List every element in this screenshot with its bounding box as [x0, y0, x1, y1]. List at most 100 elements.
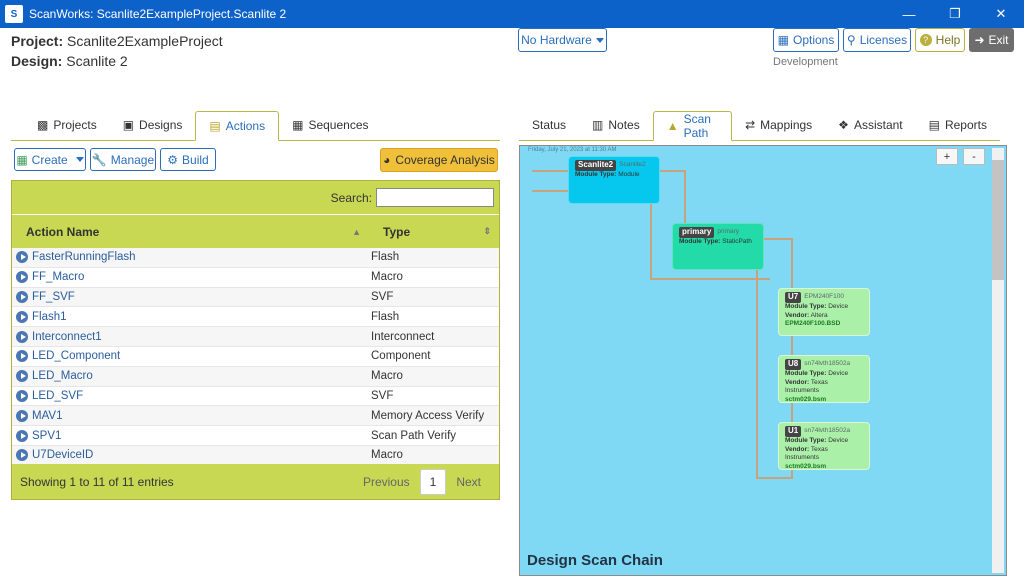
table-row[interactable]: MAV1 Memory Access Verify [12, 406, 499, 427]
table-row[interactable]: Interconnect1 Interconnect [12, 327, 499, 347]
action-name[interactable]: Flash1 [32, 311, 67, 323]
node-type: StaticPath [722, 237, 752, 245]
scan-node-u8[interactable]: U8 sn74lvth18502a Module Type: Device Ven… [778, 355, 870, 403]
action-type: Flash [371, 251, 400, 264]
table-row[interactable]: LED_Component Component [12, 347, 499, 367]
scan-node-scanlite2[interactable]: Scanlite2 Scanlite2 Module Type: Module [568, 156, 660, 204]
project-label: Project: [11, 33, 64, 49]
right-tabs: Status ▥ Notes ▲ Scan Path ⇄ Mappings ❖ … [519, 111, 1000, 141]
briefcase-icon: ▩ [37, 118, 49, 132]
node-name: sn74lvth18502a [804, 360, 851, 368]
table-row[interactable]: Flash1 Flash [12, 307, 499, 328]
table-row[interactable]: FF_SVF SVF [12, 287, 499, 308]
action-name[interactable]: FF_SVF [32, 291, 75, 303]
action-name[interactable]: Interconnect1 [32, 331, 102, 343]
run-action-icon[interactable] [16, 449, 28, 462]
table-row[interactable]: U7DeviceID Macro [12, 445, 499, 466]
search-input[interactable] [376, 188, 494, 207]
create-dropdown[interactable]: ▦ Create [14, 148, 86, 171]
run-action-icon[interactable] [16, 370, 28, 383]
help-label: Help [935, 33, 961, 47]
tab-mappings[interactable]: ⇄ Mappings [732, 110, 825, 140]
run-action-icon[interactable] [16, 290, 28, 303]
title-bar: S ScanWorks: Scanlite2ExampleProject.Sca… [0, 0, 1024, 28]
zoom-out-button[interactable]: - [963, 148, 985, 165]
tab-actions[interactable]: ▤ Actions [195, 111, 280, 141]
action-name-cell[interactable]: SPV1 [12, 429, 369, 442]
action-name-cell[interactable]: LED_Component [12, 350, 369, 363]
table-row[interactable]: LED_Macro Macro [12, 366, 499, 387]
run-action-icon[interactable] [16, 409, 28, 422]
action-name[interactable]: LED_Macro [32, 370, 93, 382]
caret-down-icon [75, 157, 84, 162]
previous-button[interactable]: Previous [353, 469, 420, 495]
exit-button[interactable]: ➜ Exit [969, 28, 1014, 52]
run-action-icon[interactable] [16, 251, 28, 264]
node-type-label: Module Type: [575, 170, 617, 178]
create-label: Create [31, 152, 68, 167]
action-name[interactable]: FasterRunningFlash [32, 251, 136, 263]
options-button[interactable]: ▦ Options [773, 28, 839, 52]
help-button[interactable]: ? Help [915, 28, 965, 52]
scan-node-u1[interactable]: U1 sn74lvth18502a Module Type: Device Ven… [778, 422, 870, 470]
action-name[interactable]: U7DeviceID [32, 449, 93, 461]
column-action-name[interactable]: Action Name ▲ [12, 215, 369, 248]
action-name-cell[interactable]: LED_Macro [12, 370, 369, 383]
assistant-icon: ❖ [838, 118, 849, 132]
run-action-icon[interactable] [16, 350, 28, 363]
action-name-cell[interactable]: FasterRunningFlash [12, 251, 369, 264]
table-row[interactable]: LED_SVF SVF [12, 387, 499, 407]
licenses-button[interactable]: ⚲ Licenses [843, 28, 911, 52]
action-name-cell[interactable]: MAV1 [12, 409, 369, 422]
tab-assistant[interactable]: ❖ Assistant [825, 110, 915, 140]
table-row[interactable]: FasterRunningFlash Flash [12, 248, 499, 268]
scan-node-u7[interactable]: U7 EPM240F100 Module Type: Device Vendor:… [778, 288, 870, 336]
tab-projects[interactable]: ▩ Projects [11, 110, 110, 140]
table-row[interactable]: FF_Macro Macro [12, 268, 499, 288]
coverage-analysis-button[interactable]: ◕ Coverage Analysis [380, 148, 498, 172]
zoom-in-button[interactable]: + [936, 148, 958, 165]
close-button[interactable]: ✕ [978, 0, 1024, 28]
build-button[interactable]: ⚙ Build [160, 148, 216, 171]
tab-notes[interactable]: ▥ Notes [579, 110, 653, 140]
scrollbar-thumb[interactable] [992, 160, 1004, 280]
manage-button[interactable]: 🔧 Manage [90, 148, 156, 171]
next-button[interactable]: Next [446, 469, 491, 495]
tab-reports[interactable]: ▤ Reports [916, 110, 1000, 140]
action-type: Scan Path Verify [371, 429, 457, 442]
hardware-dropdown[interactable]: No Hardware [518, 28, 607, 52]
scan-path-canvas[interactable]: Friday, July 21, 2023 at 11:30 AM + - Sc… [519, 145, 1007, 576]
action-name-cell[interactable]: U7DeviceID [12, 449, 369, 462]
column-type[interactable]: Type ⇕ [369, 215, 499, 248]
action-name[interactable]: MAV1 [32, 410, 62, 422]
action-name[interactable]: SPV1 [32, 430, 61, 442]
run-action-icon[interactable] [16, 429, 28, 442]
tab-sequences[interactable]: ▦ Sequences [279, 110, 381, 140]
tab-scan-path[interactable]: ▲ Scan Path [652, 111, 733, 141]
restore-button[interactable]: ❐ [932, 0, 978, 28]
action-name[interactable]: LED_Component [32, 350, 120, 362]
run-action-icon[interactable] [16, 271, 28, 284]
tab-status[interactable]: Status [519, 110, 579, 140]
table-row[interactable]: SPV1 Scan Path Verify [12, 426, 499, 446]
page-1-button[interactable]: 1 [419, 468, 447, 495]
node-type: Device [828, 436, 849, 444]
connector [650, 278, 770, 280]
scan-node-primary[interactable]: primary primary Module Type: StaticPath [672, 223, 764, 270]
action-name-cell[interactable]: Flash1 [12, 310, 369, 323]
run-action-icon[interactable] [16, 389, 28, 402]
action-name-cell[interactable]: FF_SVF [12, 290, 369, 303]
action-name-cell[interactable]: Interconnect1 [12, 330, 369, 343]
sort-asc-icon: ▲ [352, 226, 361, 237]
tab-label: Notes [608, 118, 640, 132]
scanpath-icon: ▲ [666, 119, 679, 133]
minimize-button[interactable]: — [886, 0, 932, 28]
action-name-cell[interactable]: LED_SVF [12, 389, 369, 402]
action-name[interactable]: FF_Macro [32, 271, 84, 283]
run-action-icon[interactable] [16, 310, 28, 323]
run-action-icon[interactable] [16, 330, 28, 343]
exit-label: Exit [988, 33, 1009, 47]
tab-designs[interactable]: ▣ Designs [110, 110, 196, 140]
action-name-cell[interactable]: FF_Macro [12, 271, 369, 284]
action-name[interactable]: LED_SVF [32, 390, 83, 402]
